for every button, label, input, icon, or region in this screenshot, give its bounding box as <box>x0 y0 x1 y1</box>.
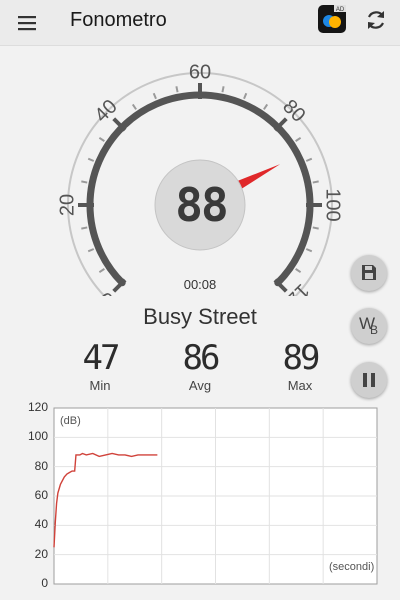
gauge-tick <box>295 136 302 142</box>
weighting-b: B <box>370 323 379 337</box>
db-history-chart: 120 100 80 60 40 20 0 (dB) (secondi) <box>0 400 400 600</box>
gauge-tick <box>98 268 105 274</box>
ad-badge: AD <box>336 7 345 13</box>
app-bar: Fonometro AD <box>0 0 400 46</box>
pause-icon <box>363 373 375 387</box>
gauge-tick <box>152 92 157 100</box>
gauge-tick <box>221 86 225 93</box>
stat-min-value: 47 <box>82 338 121 378</box>
save-icon <box>362 265 376 280</box>
gauge-tick <box>175 86 179 93</box>
gauge-tick-label: 60 <box>189 61 211 83</box>
refresh-icon[interactable] <box>364 8 388 32</box>
gauge-tick <box>305 157 313 162</box>
save-button[interactable] <box>351 255 387 291</box>
ad-app-icon[interactable]: AD <box>318 5 346 33</box>
gauge-tick <box>263 103 269 110</box>
current-db-value: 88 <box>175 178 228 232</box>
gauge-tick <box>98 136 105 142</box>
elapsed-timer: 00:08 <box>183 277 217 292</box>
gauge-tick <box>81 180 88 184</box>
gauge-tick <box>87 248 95 253</box>
stat-max-label: Max <box>287 378 313 393</box>
gauge-tick <box>131 103 137 110</box>
stat-min: 47 Min <box>60 340 140 393</box>
gauge-tick <box>87 157 95 162</box>
hamburger-menu-icon[interactable] <box>16 12 38 34</box>
stat-avg-label: Avg <box>188 378 212 393</box>
x-axis-label: (secondi) <box>329 561 375 573</box>
gauge-tick <box>305 248 313 253</box>
pause-button[interactable] <box>351 362 387 398</box>
gauge-tick-label: 20 <box>56 194 78 216</box>
stat-max-value: 89 <box>282 338 321 378</box>
stat-max: 89 Max <box>260 340 340 393</box>
current-db-display: 88 <box>157 164 245 246</box>
app-title: Fonometro <box>70 9 167 31</box>
gauge-tick <box>312 226 319 230</box>
preset-name: Busy Street <box>143 304 257 329</box>
gauge-tick <box>295 268 302 274</box>
weighting-icon: W B <box>351 308 387 344</box>
gauge-tick-label: 100 <box>322 188 344 221</box>
weighting-button[interactable]: W B <box>351 308 387 344</box>
y-axis-label: (dB) <box>60 415 81 427</box>
gauge-tick <box>312 180 319 184</box>
stat-avg-value: 86 <box>182 338 221 378</box>
gauge-tick <box>243 92 248 100</box>
stat-min-label: Min <box>89 378 111 393</box>
stat-avg: 86 Avg <box>160 340 240 393</box>
gauge-tick <box>81 226 88 230</box>
